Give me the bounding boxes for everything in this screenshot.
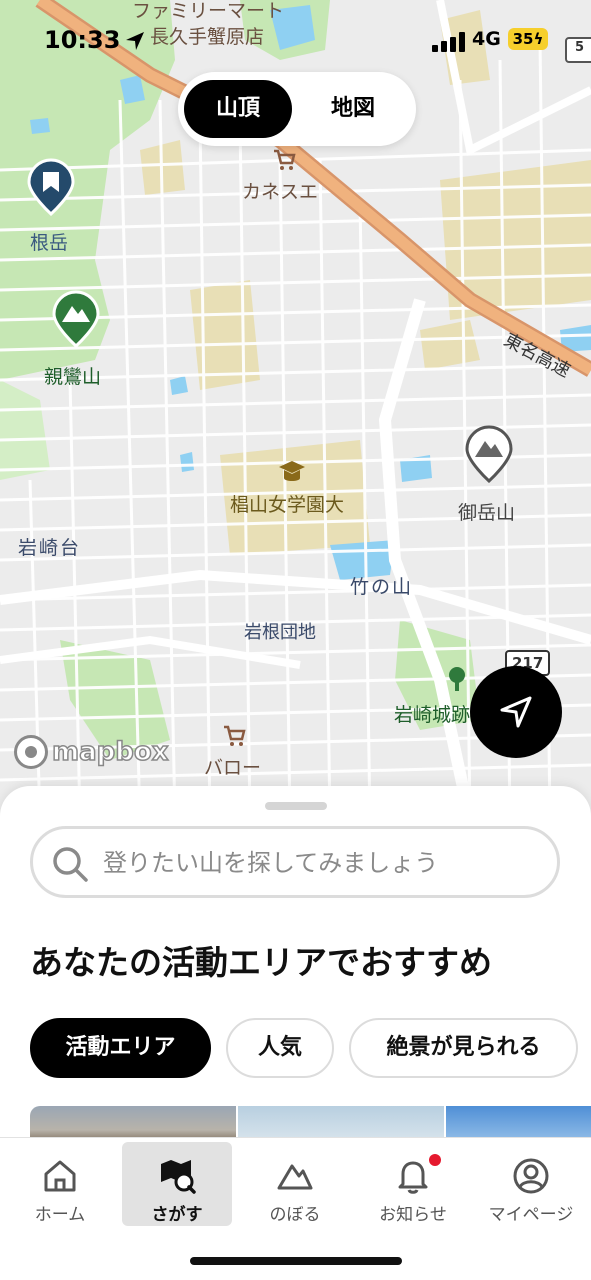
cellular-signal-icon [432,32,465,52]
charging-bolt-icon: ϟ [533,30,544,48]
chip-scenic-view[interactable]: 絶景が見られる [349,1018,578,1078]
view-mode-toggle: 山頂 地図 [178,72,416,146]
bell-icon [398,1161,428,1194]
toggle-summit[interactable]: 山頂 [184,80,292,138]
chip-activity-area[interactable]: 活動エリア [30,1018,211,1078]
map-label-negatake: 根岳 [30,232,69,254]
search-bar[interactable] [30,826,560,898]
status-time: 10:33 [44,26,121,54]
status-bar: 10:33 4G 35ϟ [0,0,591,80]
battery-indicator: 35ϟ [508,28,548,50]
cart-icon [224,725,246,746]
tab-label: ホーム [34,1205,86,1225]
map-label-iwanedanchi: 岩根団地 [244,622,316,643]
map-label-iwasakidai: 岩崎台 [18,537,82,559]
map-label-ontakesan: 御岳山 [458,502,516,524]
tree-icon [449,667,465,691]
toggle-map[interactable]: 地図 [296,80,410,138]
search-icon [53,847,88,882]
home-indicator[interactable] [190,1257,402,1265]
cart-icon [274,149,296,170]
tab-notifications[interactable]: お知らせ [357,1142,469,1226]
location-services-icon [126,32,144,50]
map-label-baro: バロー [204,757,262,779]
map-label-iwasakijo: 岩崎城跡 [394,704,471,726]
school-icon [279,461,305,481]
section-heading: あなたの活動エリアでおすすめ [30,943,492,982]
bookmark-pin-icon[interactable] [27,158,75,216]
tab-label: マイページ [488,1205,574,1225]
navigation-arrow-icon [500,696,532,728]
search-input[interactable] [103,841,543,885]
mapbox-logo: mapbox [14,734,169,770]
tab-label: お知らせ [379,1205,447,1225]
sheet-grabber[interactable] [265,802,327,810]
mapbox-wordmark: mapbox [51,736,169,768]
map-search-icon [161,1160,196,1194]
map-label-takenoyama: 竹の山 [350,576,414,598]
map-label-kanesue: カネスエ [242,181,319,203]
tab-label: さがす [151,1205,203,1225]
tab-search[interactable]: さがす [122,1142,232,1226]
tab-home[interactable]: ホーム [4,1142,116,1226]
mountain-icon [277,1164,313,1190]
tab-mypage[interactable]: マイページ [475,1142,587,1226]
mountain-pin-icon[interactable] [52,290,100,348]
chip-popular[interactable]: 人気 [226,1018,334,1078]
tab-label: のぼる [269,1205,321,1225]
home-icon [44,1160,76,1192]
battery-level: 35 [512,30,534,48]
map-label-shinrozan: 親鸞山 [44,366,102,388]
network-type: 4G [472,28,501,50]
mapbox-icon [14,735,48,769]
mountain-pin-icon[interactable] [465,425,513,483]
person-icon [513,1158,549,1194]
tab-climb[interactable]: のぼる [239,1142,351,1226]
map-label-university: 椙山女学園大 [230,494,345,516]
current-location-button[interactable] [470,666,562,758]
notification-badge [429,1154,441,1166]
